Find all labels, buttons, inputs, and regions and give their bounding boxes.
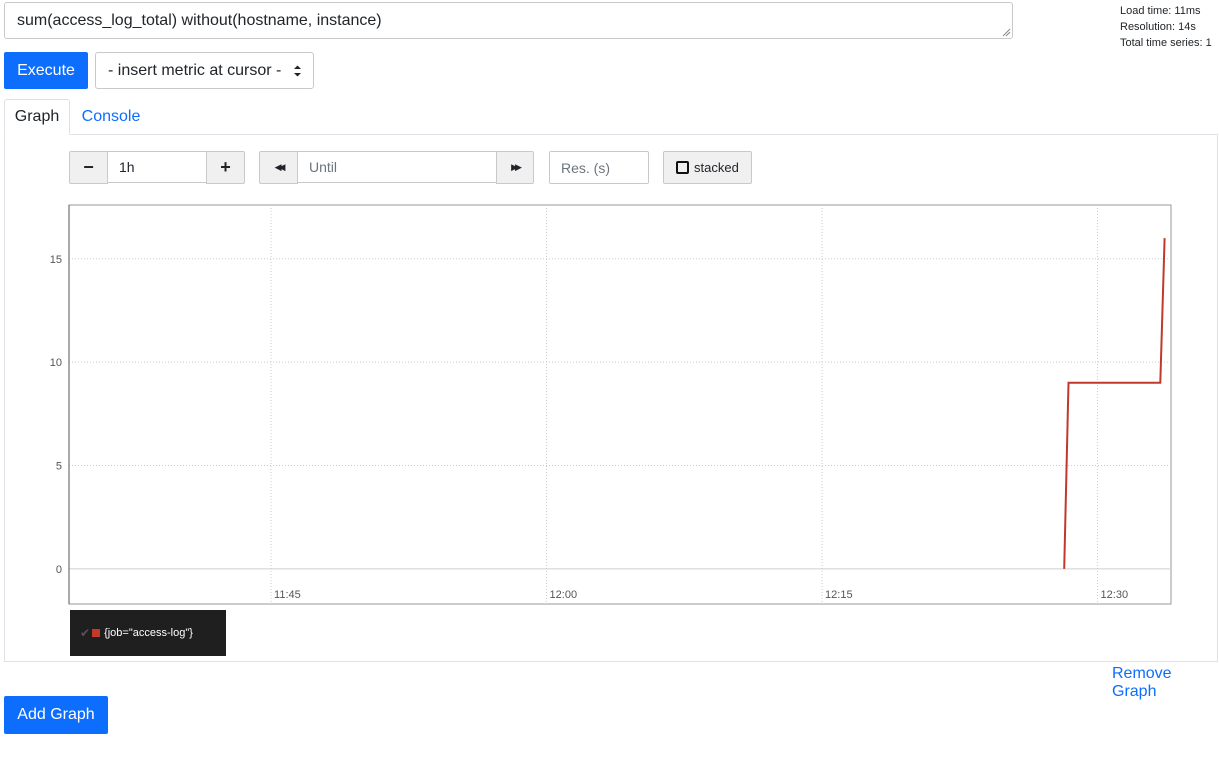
legend: ✔ {job="access-log"} (70, 610, 226, 656)
x-tick-label: 12:15 (825, 589, 853, 601)
y-tick-label: 10 (50, 357, 62, 369)
y-tick-label: 0 (56, 564, 62, 576)
legend-swatch (92, 629, 101, 637)
y-tick-label: 5 (56, 460, 62, 472)
x-tick-label: 12:30 (1101, 589, 1129, 601)
add-graph-button[interactable]: Add Graph (4, 696, 108, 734)
legend-series-label[interactable]: {job="access-log"} (104, 627, 193, 639)
x-tick-label: 11:45 (274, 589, 301, 601)
plot-area (68, 204, 1172, 605)
remove-graph-link[interactable]: Remove Graph (1112, 665, 1219, 701)
legend-check-icon[interactable]: ✔ (80, 626, 90, 640)
x-tick-label: 12:00 (550, 589, 578, 601)
y-tick-label: 15 (50, 254, 62, 266)
tab-graph[interactable]: Graph (4, 99, 70, 135)
